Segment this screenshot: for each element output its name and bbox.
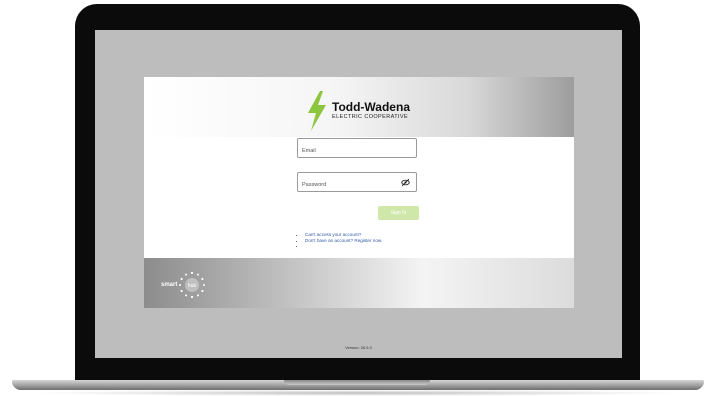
- login-card: Todd-Wadena ELECTRIC COOPERATIVE Sign In: [144, 77, 574, 308]
- brand-subtitle: ELECTRIC COOPERATIVE: [332, 114, 409, 120]
- footer-banner: smart hub: [144, 258, 574, 308]
- brand-name: Todd-Wadena: [332, 100, 410, 114]
- smarthub-logo: smart hub: [161, 271, 206, 299]
- hub-word: hub: [188, 283, 197, 289]
- email-input[interactable]: [298, 142, 402, 160]
- laptop-shadow: [30, 390, 684, 396]
- hide-password-icon[interactable]: [401, 178, 410, 187]
- password-field[interactable]: [297, 172, 417, 194]
- email-field[interactable]: [297, 138, 417, 160]
- brand-text: Todd-Wadena ELECTRIC COOPERATIVE: [332, 101, 410, 121]
- cant-access-link[interactable]: Can't access your account?: [305, 232, 361, 237]
- smart-word: smart: [161, 282, 178, 288]
- laptop-screen: Todd-Wadena ELECTRIC COOPERATIVE Sign In: [95, 30, 622, 358]
- brand-header: Todd-Wadena ELECTRIC COOPERATIVE: [144, 77, 574, 137]
- help-links: Can't access your account? Don't have an…: [297, 232, 419, 249]
- laptop-base-notch: [284, 380, 430, 385]
- register-link[interactable]: Don't have an account? Register now.: [305, 238, 382, 243]
- signin-row: Sign In: [297, 206, 419, 222]
- hub-dots-icon: hub: [179, 271, 206, 299]
- lightning-bolt-icon: [308, 91, 326, 131]
- list-item-empty: [305, 243, 419, 249]
- login-form: Sign In Can't access your account? Don't…: [297, 138, 419, 249]
- version-label: Version: 26.5.0: [345, 345, 372, 350]
- password-input[interactable]: [298, 176, 402, 194]
- brand-logo: Todd-Wadena ELECTRIC COOPERATIVE: [306, 91, 410, 131]
- sign-in-button[interactable]: Sign In: [378, 206, 419, 220]
